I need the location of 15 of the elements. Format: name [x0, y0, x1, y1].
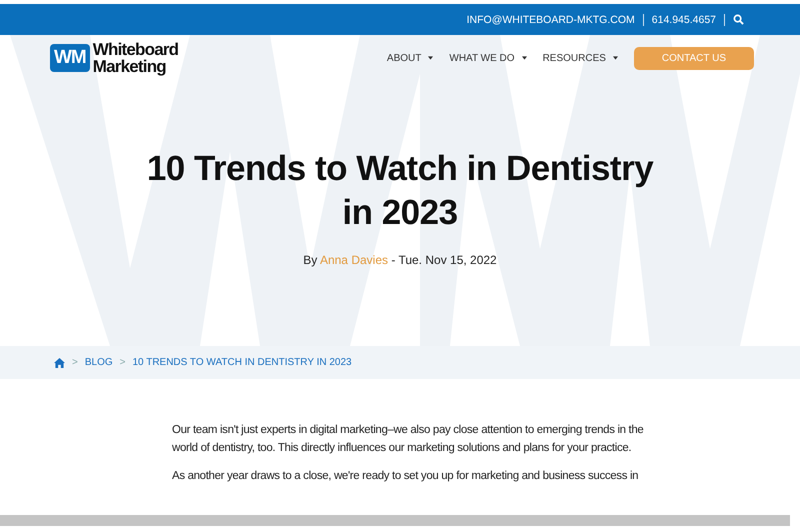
nav-link[interactable]: ABOUT: [386, 52, 422, 64]
breadcrumb-link[interactable]: BLOG: [84, 357, 113, 368]
phone-link[interactable]: 614.945.4657: [652, 14, 716, 26]
article-paragraph: As another year draws to a close, we're ready to set you up for marketing and business success in: [172, 469, 640, 484]
article-paragraph: Our team isn't just experts in digital marketing–we also pay close attention to emerging trends in the world of dentistry, too. This directly influences our marketing solutions and plans for your practice.: [172, 423, 644, 456]
nav-link[interactable]: RESOURCES: [542, 52, 606, 64]
email-link[interactable]: INFO@WHITEBOARD-MKTG.COM: [466, 14, 635, 26]
breadcrumb-separator: >: [120, 357, 126, 368]
nav-link[interactable]: WHAT WE DO: [449, 52, 515, 64]
logo-text: Whiteboard: [92, 41, 178, 58]
logo-text: Marketing: [92, 58, 167, 75]
logo-mark: WM: [50, 44, 90, 72]
breadcrumb-separator: >: [72, 357, 78, 368]
byline: By Anna Davies - Tue. Nov 15, 2022: [302, 253, 498, 267]
article-title: 10 Trends to Watch in Dentistry in 2023: [146, 148, 654, 234]
